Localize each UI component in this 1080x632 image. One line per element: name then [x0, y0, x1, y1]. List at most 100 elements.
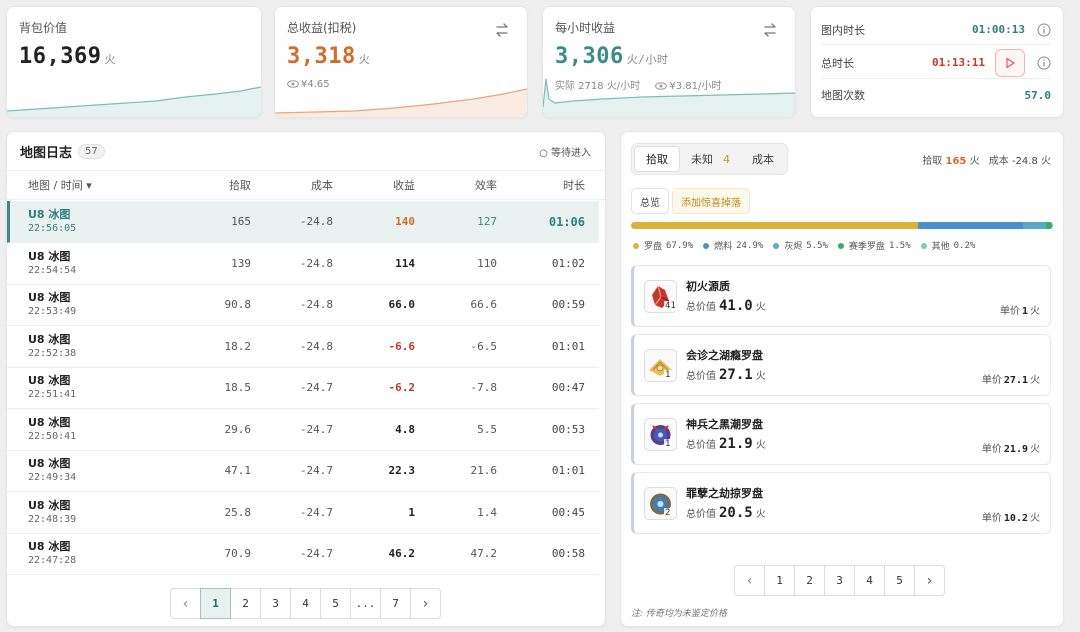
table-row[interactable]: U8 冰图 22:49:34 47.1 -24.7 22.3 21.6 01:01 [7, 450, 599, 492]
drop-item[interactable]: 1 会诊之湖瘾罗盘 总价值 27.1 火单价 27.1 火 [631, 334, 1051, 396]
play-button[interactable] [995, 48, 1025, 77]
prev-page-button[interactable]: ‹ [170, 588, 201, 619]
item-total-value: 总价值 21.9 火 [686, 436, 766, 452]
item-quantity: 2 [664, 508, 672, 518]
legend-item: 赛季罗盘 1.5% [837, 239, 911, 252]
total-income-sparkline [275, 88, 527, 117]
summary-pickup-label: 拾取 [922, 156, 943, 167]
bag-value-card: 背包价值 16,369 火 [6, 6, 262, 118]
tab-pickup[interactable]: 拾取 [634, 146, 680, 172]
cost-cell: -24.7 [299, 381, 333, 394]
table-row[interactable]: U8 冰图 22:53:49 90.8 -24.8 66.0 66.6 00:59 [7, 284, 599, 326]
table-row[interactable]: U8 冰图 22:52:38 18.2 -24.8 -6.6 -6.5 01:01 [7, 326, 599, 368]
in-map-time-label: 图内时长 [821, 23, 865, 37]
tab-cost[interactable]: 成本 [741, 146, 785, 172]
page-button[interactable]: 1 [200, 588, 231, 619]
page-button[interactable]: 7 [380, 588, 411, 619]
tab-unknown[interactable]: 未知 4 [680, 146, 741, 172]
info-icon[interactable] [1037, 23, 1051, 37]
page-button[interactable]: 5 [320, 588, 351, 619]
map-time: 22:54:54 [28, 264, 77, 276]
in-map-time-value: 01:00:13 [972, 23, 1025, 36]
drop-item[interactable]: 2 罪孽之劫掠罗盘 总价值 20.5 火单价 10.2 火 [631, 472, 1051, 534]
dur-cell: 00:45 [551, 505, 585, 519]
page-button[interactable]: 5 [884, 565, 915, 596]
pickup-cell: 18.2 [224, 339, 252, 353]
legend-item: 灰烬 5.5% [773, 239, 828, 252]
item-quantity: 1 [664, 439, 672, 449]
map-time: 22:53:49 [28, 306, 77, 317]
page-button[interactable]: 2 [794, 565, 825, 596]
page-button[interactable]: 3 [824, 565, 855, 596]
total-income-number: 3,318 [287, 44, 356, 69]
legend-dot [703, 242, 710, 249]
swap-icon[interactable] [493, 21, 511, 39]
map-name: U8 冰图 [28, 415, 71, 429]
col-duration: 时长 [563, 179, 585, 192]
chevron-left-icon: ‹ [746, 572, 753, 589]
map-time: 22:52:38 [28, 347, 77, 359]
drop-item[interactable]: 41 初火源质 总价值 41.0 火单价 1 火 [631, 265, 1051, 327]
legend-name: 燃料 [714, 242, 733, 252]
page-button[interactable]: 2 [230, 588, 261, 619]
cost-cell: -24.8 [299, 215, 333, 228]
page-button[interactable]: 3 [260, 588, 291, 619]
hourly-income-unit: 火/小时 [626, 53, 669, 66]
page-button[interactable]: ... [350, 588, 381, 619]
swap-icon[interactable] [761, 21, 779, 39]
bag-value-label: 背包价值 [19, 21, 68, 35]
cost-cell: -24.8 [299, 339, 333, 353]
item-unit-number: 21.9 [1003, 444, 1028, 455]
pickup-cell: 25.8 [224, 505, 252, 519]
map-name: U8 冰图 [28, 457, 71, 470]
page-button[interactable]: 4 [854, 565, 885, 596]
item-total-unit: 火 [755, 302, 766, 313]
income-cell: 114 [395, 256, 415, 270]
dur-cell: 01:01 [551, 339, 585, 353]
bag-value: 16,369 火 [19, 44, 116, 69]
subtab-overview[interactable]: 总览 [631, 188, 669, 214]
map-cell: U8 冰图 22:48:39 [28, 492, 76, 533]
item-unit-number: 27.1 [1003, 375, 1028, 386]
table-row[interactable]: U8 冰图 22:48:39 25.8 -24.7 1 1.4 00:45 [7, 492, 599, 534]
dur-cell: 00:53 [551, 422, 585, 436]
info-icon[interactable] [1037, 56, 1051, 70]
prev-page-button[interactable]: ‹ [734, 565, 765, 596]
item-unit-label: 单价 [999, 306, 1020, 317]
eff-cell: 127 [477, 215, 497, 228]
col-map-time[interactable]: 地图 / 时间 ▾ [28, 171, 92, 199]
table-row[interactable]: U8 冰图 22:54:54 139 -24.8 114 110 01:02 [7, 243, 599, 285]
next-page-button[interactable]: › [410, 588, 441, 619]
legend-dot [773, 242, 780, 249]
legend-dot [633, 242, 639, 249]
item-unit-label: 单价 [981, 444, 1002, 455]
map-name: U8 冰图 [28, 498, 71, 512]
distribution-segment [631, 222, 918, 229]
table-row[interactable]: U8 冰图 22:47:28 70.9 -24.7 46.2 47.2 00:58 [7, 533, 599, 575]
map-cell: U8 冰图 22:53:49 [28, 284, 76, 325]
table-row[interactable]: U8 冰图 22:51:41 18.5 -24.7 -6.2 -7.8 00:47 [7, 367, 599, 409]
total-income-value: 3,318 火 [287, 44, 370, 69]
total-income-unit: 火 [358, 53, 371, 66]
map-cell: U8 冰图 22:52:38 [28, 326, 76, 367]
map-log-pagination: ‹ 1 2 3 4 5... 7 › [170, 588, 441, 619]
timer-card: 图内时长 01:00:13 总时长 01:13:11 地图次数 57.0 [810, 6, 1064, 118]
cost-cell: -24.7 [299, 505, 333, 519]
table-row[interactable]: U8 冰图 22:50:41 29.6 -24.7 4.8 5.5 00:53 [7, 409, 599, 451]
map-count-row: 地图次数 57.0 [821, 80, 1051, 110]
page-button[interactable]: 1 [764, 565, 795, 596]
page-button[interactable]: 4 [290, 588, 321, 619]
item-unit-label: 单价 [981, 375, 1002, 386]
legend-dot [837, 242, 844, 249]
dur-cell: 00:58 [551, 547, 585, 560]
drop-item[interactable]: 1 神兵之黑潮罗盘 总价值 21.9 火单价 21.9 火 [631, 403, 1051, 465]
add-surprise-drop-button[interactable]: 添加惊喜掉落 [672, 188, 750, 214]
item-quantity: 41 [664, 301, 677, 311]
dur-cell: 00:47 [551, 381, 585, 394]
drop-distribution-bar [631, 222, 1053, 229]
next-page-button[interactable]: › [914, 565, 945, 596]
legend-item: 燃料 24.9% [703, 239, 763, 252]
table-row[interactable]: U8 冰图 22:56:05 165 -24.8 140 127 01:06 [7, 201, 599, 243]
legend-name: 其他 [931, 242, 950, 252]
legend-pct: 5.5% [806, 240, 828, 251]
